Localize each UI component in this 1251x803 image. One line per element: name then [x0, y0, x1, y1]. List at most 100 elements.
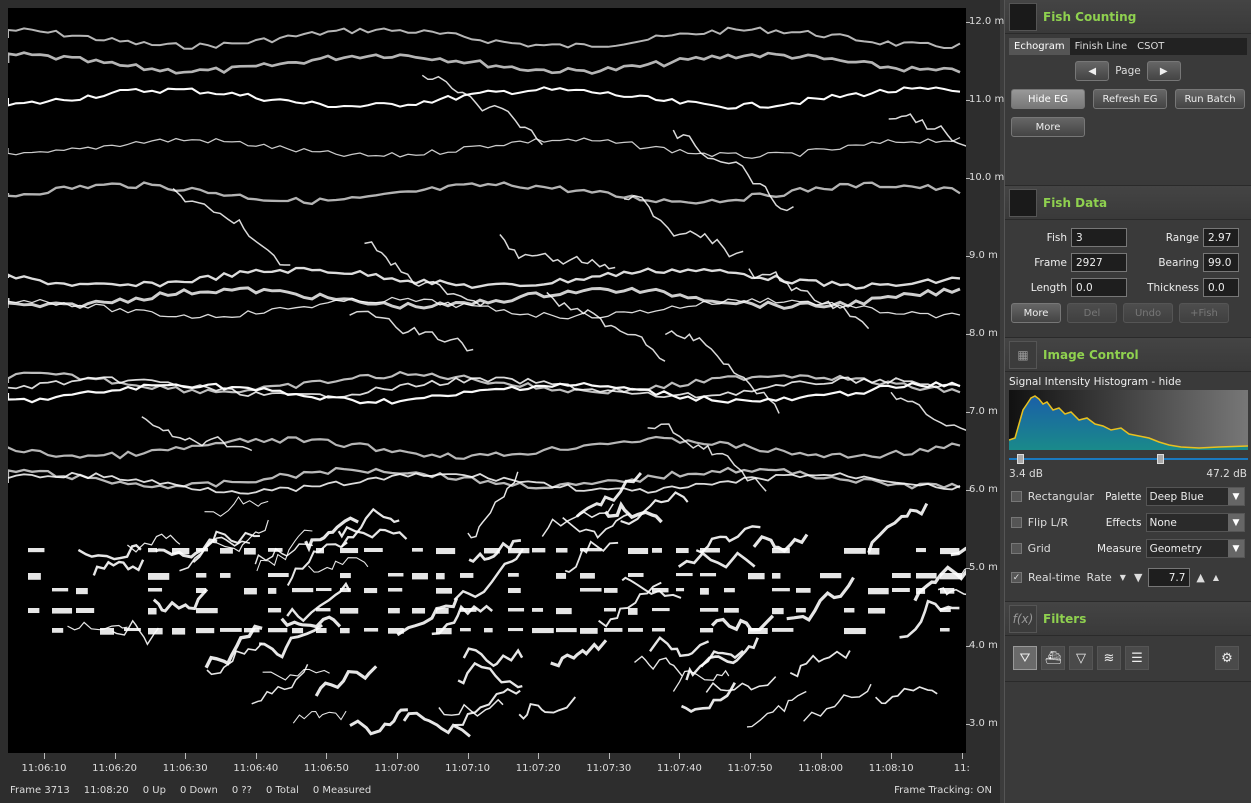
- wave-icon[interactable]: ≋: [1097, 646, 1121, 670]
- filters-title: Filters: [1043, 611, 1087, 626]
- effects-dropdown[interactable]: None ▼: [1145, 513, 1246, 532]
- histogram-title[interactable]: Signal Intensity Histogram - hide: [1009, 376, 1247, 388]
- fish-data-section: Fish Data Fish 3 Range 2.97 Frame 2927 B…: [1005, 186, 1251, 338]
- echo-bar: [316, 628, 327, 634]
- time-tick: [255, 753, 257, 759]
- echo-bar: [148, 588, 163, 592]
- echo-bar: [940, 548, 960, 555]
- echogram-traces: [8, 26, 966, 738]
- fish-data-header[interactable]: Fish Data: [1005, 186, 1251, 220]
- cone-icon[interactable]: ▽: [1069, 646, 1093, 670]
- rate-up-icon[interactable]: ▲: [1196, 571, 1204, 584]
- echo-trace: [280, 615, 342, 629]
- rate-down-icon[interactable]: ▼: [1134, 571, 1142, 584]
- time-tick: [185, 753, 187, 759]
- tab-csot[interactable]: CSOT: [1132, 38, 1169, 55]
- filters-header[interactable]: f(x) Filters: [1005, 602, 1251, 636]
- flip-checkbox[interactable]: [1011, 517, 1022, 528]
- max-slider-handle[interactable]: [1157, 454, 1164, 464]
- next-page-button[interactable]: ▶: [1146, 61, 1181, 81]
- length-field[interactable]: 0.0: [1071, 278, 1127, 297]
- side-panel: Fish Counting Echogram Finish Line CSOT …: [1004, 0, 1251, 803]
- echo-bar: [172, 548, 190, 555]
- echo-bar: [316, 548, 325, 554]
- run-batch-button[interactable]: Run Batch: [1175, 89, 1245, 109]
- time-tick: [397, 753, 398, 759]
- palette-dropdown[interactable]: Deep Blue ▼: [1145, 487, 1246, 506]
- echo-bar: [412, 573, 428, 580]
- chevron-down-icon: ▼: [1228, 488, 1245, 505]
- fish-counting-tabs: Echogram Finish Line CSOT: [1009, 38, 1247, 55]
- echo-trace: [256, 529, 313, 572]
- fish-data-more-button[interactable]: More: [1011, 303, 1061, 323]
- rectangular-checkbox[interactable]: [1011, 491, 1022, 502]
- range-field[interactable]: 2.97: [1203, 228, 1239, 247]
- echo-trace: [705, 676, 777, 693]
- gear-icon[interactable]: ⚙: [1215, 646, 1239, 670]
- echo-trace: [786, 576, 855, 623]
- delete-button[interactable]: Del: [1067, 303, 1117, 323]
- prev-page-button[interactable]: ◀: [1075, 61, 1110, 81]
- echo-trace: [67, 621, 128, 631]
- measure-dropdown[interactable]: Geometry ▼: [1145, 539, 1245, 558]
- realtime-checkbox[interactable]: ✓: [1011, 572, 1022, 583]
- echo-bar: [76, 588, 88, 595]
- app-window: 12.0 m 11.0 m 10.0 m 9.0 m 8.0 m 7.0 m 6.0 m 5.…: [0, 0, 1251, 803]
- echo-bar: [940, 628, 950, 632]
- rate-small-up-icon[interactable]: ▲: [1213, 573, 1219, 582]
- echo-trace: [875, 686, 938, 705]
- tab-finish-line[interactable]: Finish Line: [1070, 38, 1133, 55]
- funnel-icon[interactable]: ⛛: [1013, 646, 1037, 670]
- time-tick: [750, 753, 751, 759]
- echo-bar: [676, 573, 693, 577]
- db-range-row: 3.4 dB 47.2 dB: [1009, 468, 1247, 480]
- time-label: 11:06:10: [21, 763, 67, 774]
- fish-counting-header[interactable]: Fish Counting: [1005, 0, 1251, 34]
- measure-value: Geometry: [1149, 542, 1202, 555]
- echo-trace: [624, 194, 744, 258]
- fish-counting-more-button[interactable]: More: [1011, 117, 1085, 137]
- bearing-field[interactable]: 99.0: [1203, 253, 1239, 272]
- echo-bar: [436, 608, 449, 614]
- echogram-image[interactable]: [8, 8, 966, 753]
- echo-bar: [916, 573, 937, 579]
- boat-icon[interactable]: ⛴: [1041, 646, 1065, 670]
- stack-icon[interactable]: ☰: [1125, 646, 1149, 670]
- refresh-eg-button[interactable]: Refresh EG: [1093, 89, 1167, 109]
- rate-small-down-icon[interactable]: ▼: [1120, 573, 1126, 582]
- time-label: 11:07:30: [586, 763, 632, 774]
- eg-buttons: Hide EG Refresh EG Run Batch: [1011, 89, 1245, 109]
- echo-bar: [748, 573, 765, 580]
- min-slider-handle[interactable]: [1017, 454, 1024, 464]
- echo-trace: [457, 661, 523, 689]
- fish-field[interactable]: 3: [1071, 228, 1127, 247]
- status-frame-tracking[interactable]: Frame Tracking: ON: [894, 785, 992, 796]
- echo-bar: [580, 548, 602, 552]
- echo-trace: [8, 51, 961, 75]
- flip-row: Flip L/R Effects None ▼: [1011, 513, 1246, 532]
- tab-echogram[interactable]: Echogram: [1009, 38, 1070, 55]
- histogram-range-slider[interactable]: [1009, 454, 1248, 464]
- histogram-chart[interactable]: [1008, 390, 1249, 450]
- echo-bar: [364, 548, 383, 553]
- echo-bar: [772, 628, 794, 632]
- status-up: 0 Up: [142, 784, 166, 796]
- rate-field[interactable]: 7.7: [1148, 568, 1191, 587]
- echo-bar: [844, 628, 866, 635]
- slider-track: [1009, 458, 1248, 460]
- hide-eg-button[interactable]: Hide EG: [1011, 89, 1085, 109]
- echo-trace: [349, 708, 408, 736]
- echo-bar: [580, 588, 602, 592]
- fish-label: Fish: [1046, 231, 1067, 244]
- image-control-header[interactable]: ▦ Image Control: [1005, 338, 1251, 372]
- time-label: 11:07:20: [515, 763, 561, 774]
- grid-checkbox[interactable]: [1011, 543, 1022, 554]
- fish-data-buttons: More Del Undo +Fish: [1011, 303, 1245, 323]
- thickness-field[interactable]: 0.0: [1203, 278, 1239, 297]
- frame-field[interactable]: 2927: [1071, 253, 1127, 272]
- echo-bar: [556, 548, 568, 553]
- echo-bar: [700, 588, 709, 595]
- echo-bar: [364, 588, 378, 594]
- add-fish-button[interactable]: +Fish: [1179, 303, 1229, 323]
- undo-button[interactable]: Undo: [1123, 303, 1173, 323]
